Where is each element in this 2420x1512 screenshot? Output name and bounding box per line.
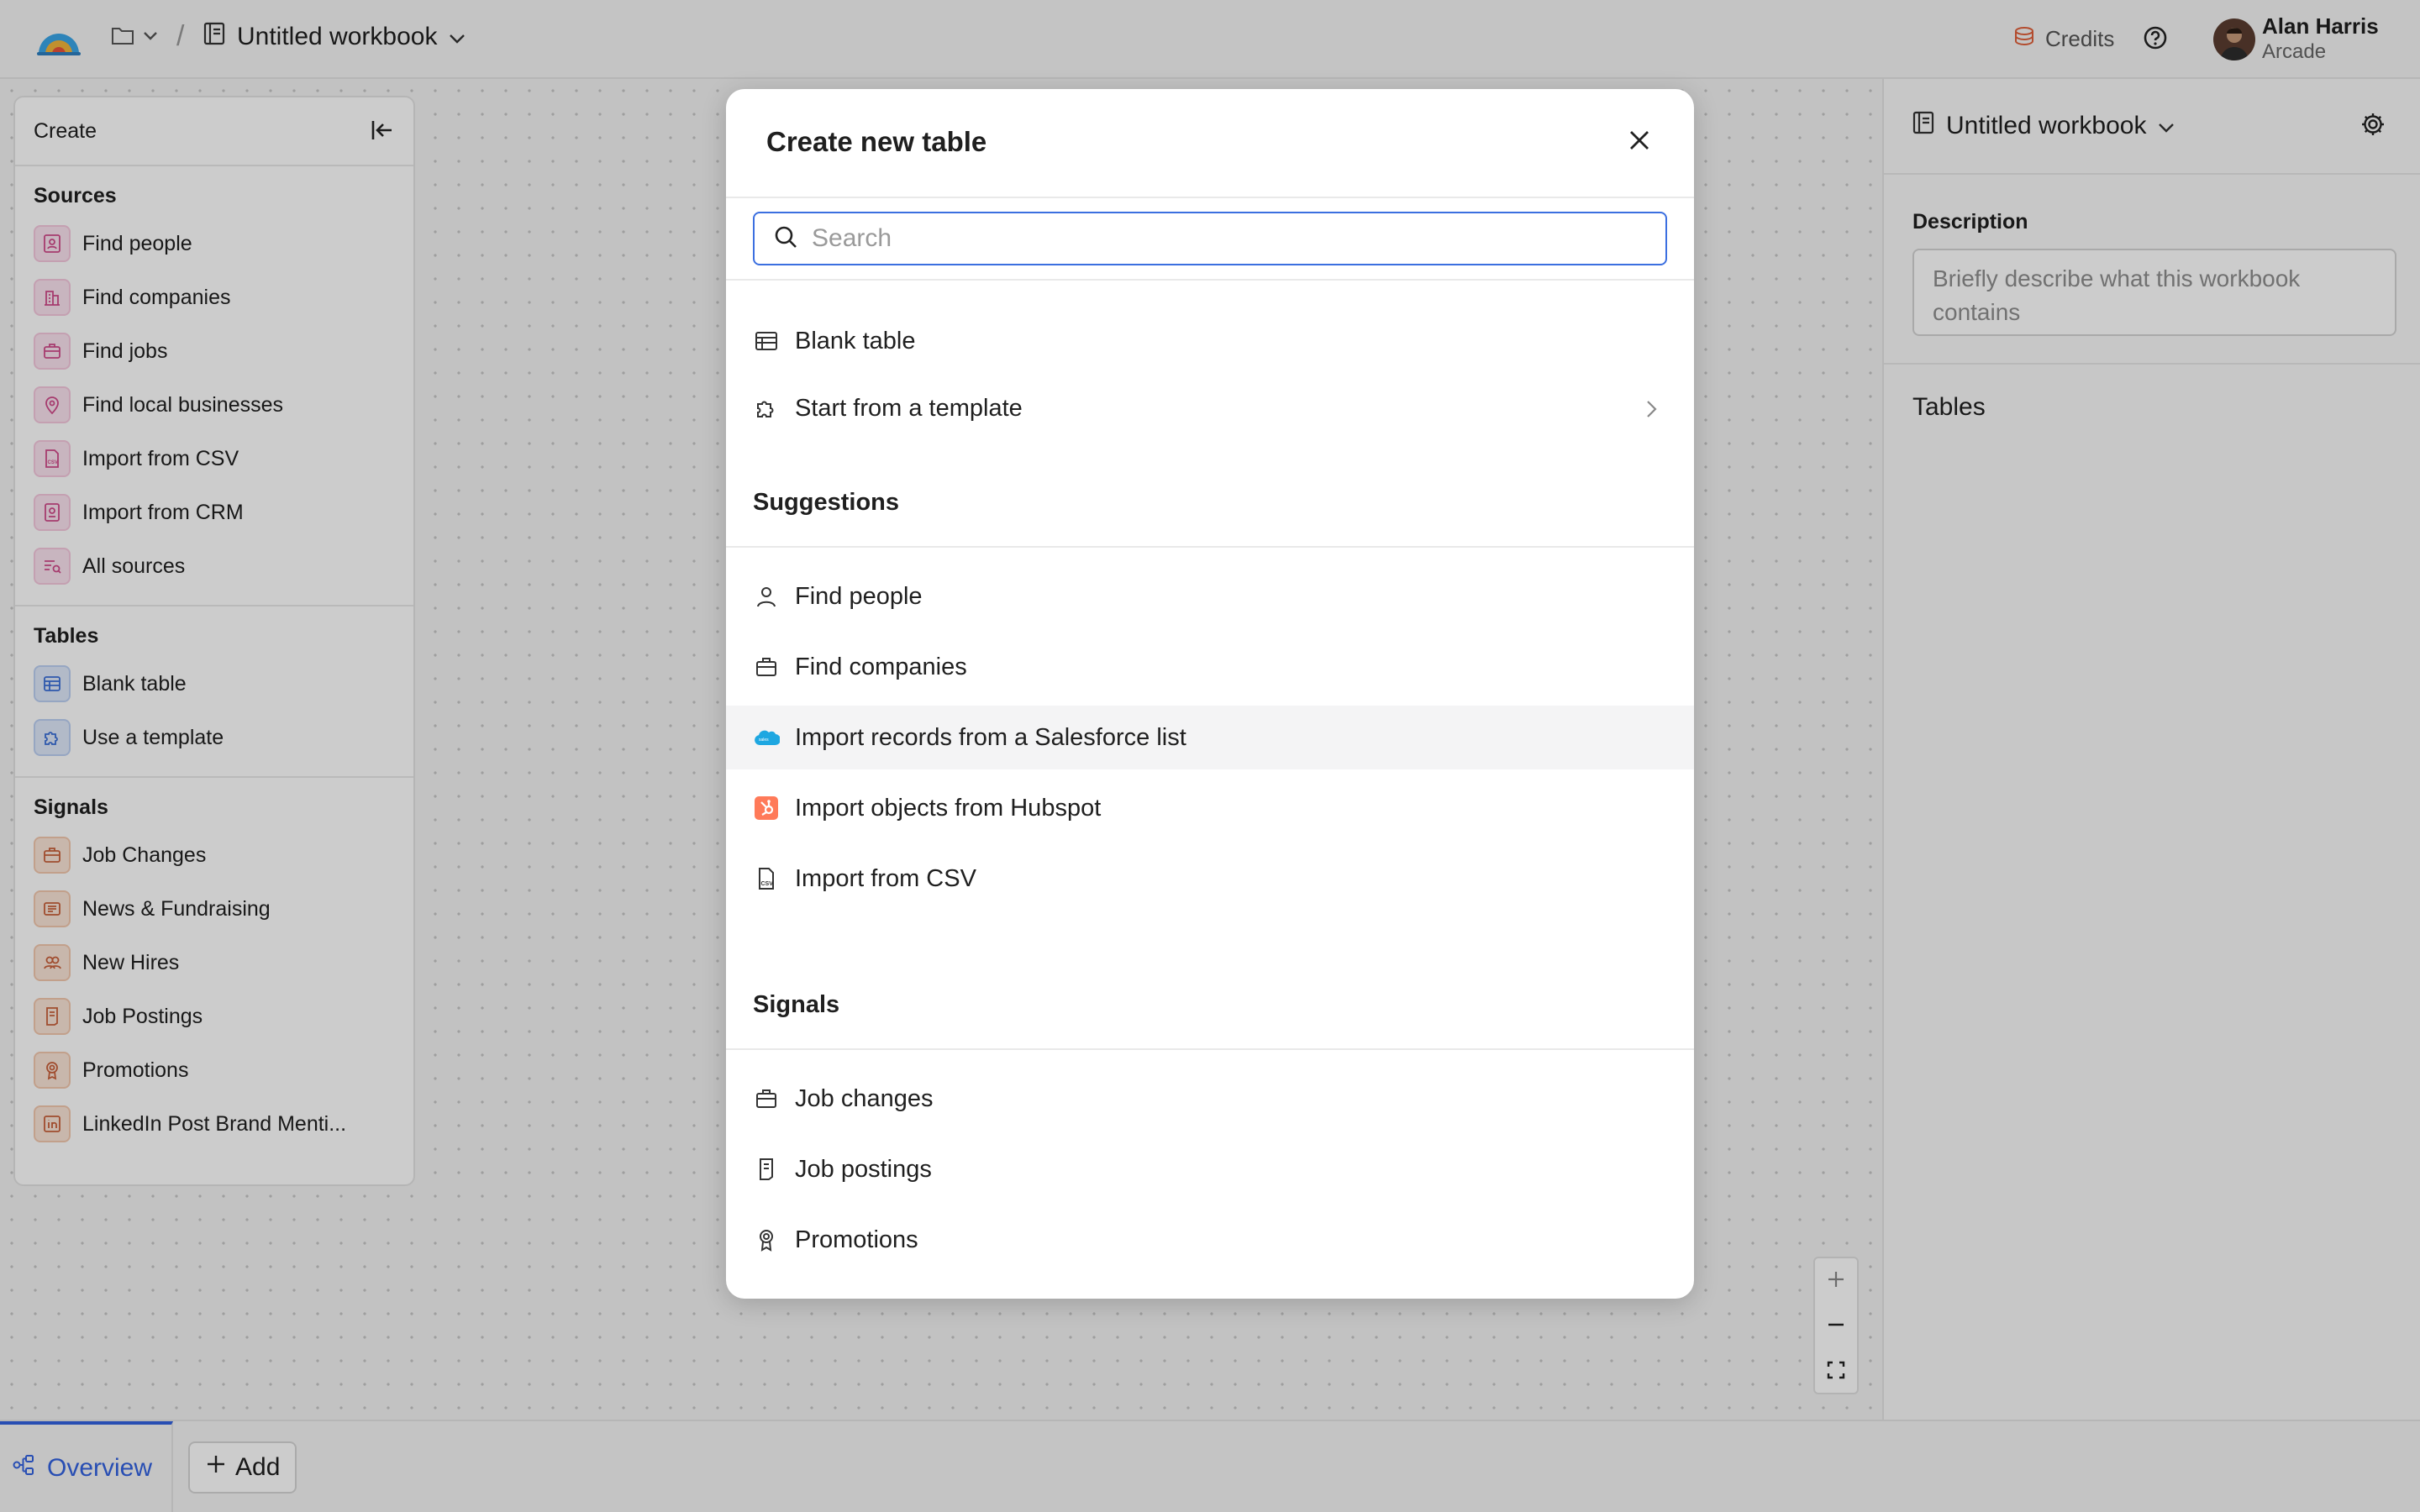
suggestion-label: Import records from a Salesforce list — [795, 723, 1186, 751]
suggestion-import-csv[interactable]: CSV Import from CSV — [726, 847, 1694, 911]
suggestion-label: Import objects from Hubspot — [795, 794, 1102, 822]
signal-job-postings[interactable]: Job postings — [726, 1137, 1694, 1201]
start-from-template-option[interactable]: Start from a template — [726, 376, 1694, 440]
search-input[interactable] — [810, 223, 1637, 254]
signals-section-title: Signals — [753, 991, 840, 1018]
divider — [726, 1048, 1694, 1050]
divider — [726, 279, 1694, 281]
close-icon[interactable] — [1627, 128, 1652, 157]
person-icon — [753, 583, 780, 610]
briefcase-icon — [753, 654, 780, 680]
salesforce-icon: sales — [753, 724, 780, 751]
modal-title: Create new table — [766, 126, 987, 157]
suggestion-label: Import from CSV — [795, 864, 976, 892]
signal-promotions[interactable]: Promotions — [726, 1208, 1694, 1272]
suggestion-find-companies[interactable]: Find companies — [726, 635, 1694, 699]
divider — [726, 197, 1694, 198]
signal-label: Job changes — [795, 1084, 934, 1112]
puzzle-icon — [753, 395, 780, 422]
signal-job-changes[interactable]: Job changes — [726, 1067, 1694, 1131]
suggestions-section-title: Suggestions — [753, 489, 900, 516]
svg-text:sales: sales — [759, 738, 769, 743]
search-field[interactable] — [753, 212, 1667, 265]
option-label: Blank table — [795, 327, 916, 354]
award-icon — [753, 1226, 780, 1253]
blank-table-option[interactable]: Blank table — [726, 309, 1694, 373]
document-icon — [753, 1156, 780, 1183]
briefcase-icon — [753, 1085, 780, 1112]
csv-file-icon: CSV — [753, 865, 780, 892]
hubspot-icon — [753, 795, 780, 822]
search-icon — [773, 224, 798, 254]
suggestion-label: Find companies — [795, 653, 967, 680]
signal-label: Job postings — [795, 1155, 932, 1183]
divider — [726, 546, 1694, 548]
suggestion-import-hubspot[interactable]: Import objects from Hubspot — [726, 776, 1694, 840]
signal-label: Promotions — [795, 1226, 918, 1253]
suggestion-import-salesforce[interactable]: sales Import records from a Salesforce l… — [726, 706, 1694, 769]
option-label: Start from a template — [795, 394, 1023, 422]
table-icon — [753, 328, 780, 354]
chevron-right-icon — [1645, 398, 1659, 426]
suggestion-label: Find people — [795, 582, 923, 610]
suggestion-find-people[interactable]: Find people — [726, 564, 1694, 628]
svg-text:CSV: CSV — [761, 881, 774, 887]
create-table-modal: Create new table Blank table Start from … — [726, 89, 1694, 1299]
